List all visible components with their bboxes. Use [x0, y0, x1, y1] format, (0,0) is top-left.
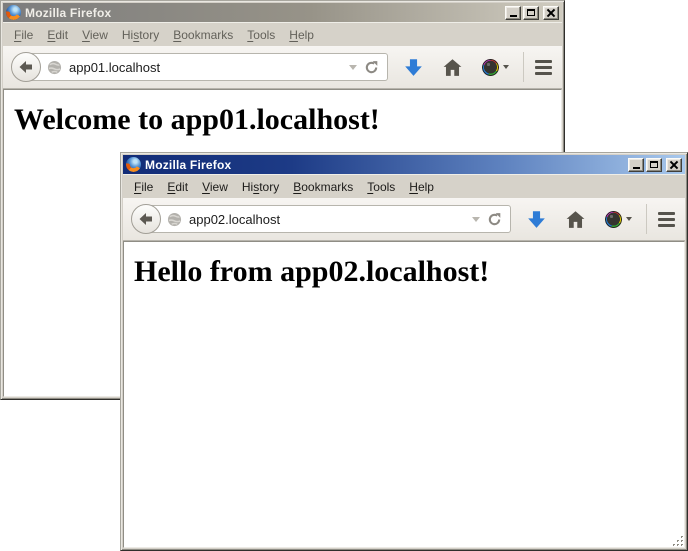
menu-item-history[interactable]: History: [115, 25, 166, 45]
page-heading: Welcome to app01.localhost!: [14, 103, 561, 137]
reload-icon[interactable]: [364, 60, 379, 75]
globe-icon[interactable]: [47, 60, 62, 75]
close-button[interactable]: [543, 6, 559, 20]
hamburger-menu-icon: [658, 212, 675, 215]
window-title: Mozilla Firefox: [25, 6, 501, 20]
minimize-icon: [633, 167, 640, 169]
reload-icon[interactable]: [487, 212, 502, 227]
menu-bar: FileEditViewHistoryBookmarksToolsHelp: [123, 174, 685, 198]
minimize-button[interactable]: [628, 158, 644, 172]
url-text[interactable]: app02.localhost: [189, 212, 465, 227]
page-content: Hello from app02.localhost!: [123, 241, 685, 548]
globe-icon[interactable]: [167, 212, 182, 227]
firefox-icon: [6, 5, 21, 20]
menu-item-bookmarks[interactable]: Bookmarks: [166, 25, 240, 45]
back-arrow-icon: [18, 59, 34, 75]
url-text[interactable]: app01.localhost: [69, 60, 342, 75]
chevron-down-icon: [503, 65, 509, 69]
firefox-window-app02[interactable]: Mozilla Firefox FileEditViewHistoryBookm…: [120, 152, 688, 551]
titlebar[interactable]: Mozilla Firefox: [123, 155, 685, 174]
chevron-down-icon[interactable]: [349, 65, 357, 70]
minimize-button[interactable]: [505, 6, 521, 20]
titlebar[interactable]: Mozilla Firefox: [3, 3, 562, 22]
close-icon: [546, 8, 556, 18]
back-button[interactable]: [131, 204, 161, 234]
chevron-down-icon[interactable]: [472, 217, 480, 222]
download-button[interactable]: [404, 58, 423, 77]
url-bar[interactable]: app01.localhost: [24, 53, 388, 81]
toolbar-separator: [523, 52, 524, 82]
back-button[interactable]: [11, 52, 41, 82]
menu-item-tools[interactable]: Tools: [360, 177, 402, 197]
menu-item-help[interactable]: Help: [402, 177, 441, 197]
menu-item-view[interactable]: View: [75, 25, 115, 45]
download-arrow-icon: [527, 210, 546, 229]
menu-item-edit[interactable]: Edit: [40, 25, 75, 45]
menu-item-tools[interactable]: Tools: [240, 25, 282, 45]
toolbar-separator: [646, 204, 647, 234]
menu-item-file[interactable]: File: [127, 177, 160, 197]
menu-item-history[interactable]: History: [235, 177, 286, 197]
search-engine-button[interactable]: [482, 59, 509, 76]
search-engine-icon: [605, 211, 622, 228]
close-icon: [669, 160, 679, 170]
home-button[interactable]: [566, 210, 585, 229]
home-icon: [566, 210, 585, 229]
download-button[interactable]: [527, 210, 546, 229]
menu-item-bookmarks[interactable]: Bookmarks: [286, 177, 360, 197]
url-bar[interactable]: app02.localhost: [144, 205, 511, 233]
menu-item-edit[interactable]: Edit: [160, 177, 195, 197]
maximize-button[interactable]: [523, 6, 539, 20]
window-title: Mozilla Firefox: [145, 158, 624, 172]
minimize-icon: [510, 15, 517, 17]
home-icon: [443, 58, 462, 77]
menu-button[interactable]: [658, 212, 675, 227]
back-arrow-icon: [138, 211, 154, 227]
window-controls: [628, 158, 682, 172]
window-controls: [505, 6, 559, 20]
hamburger-menu-icon: [535, 60, 552, 63]
menu-item-help[interactable]: Help: [282, 25, 321, 45]
maximize-icon: [527, 9, 535, 16]
menu-item-view[interactable]: View: [195, 177, 235, 197]
close-button[interactable]: [666, 158, 682, 172]
search-engine-button[interactable]: [605, 211, 632, 228]
navigation-toolbar: app01.localhost: [3, 46, 562, 89]
maximize-button[interactable]: [646, 158, 662, 172]
maximize-icon: [650, 161, 658, 168]
menu-bar: FileEditViewHistoryBookmarksToolsHelp: [3, 22, 562, 46]
download-arrow-icon: [404, 58, 423, 77]
firefox-icon: [126, 157, 141, 172]
page-heading: Hello from app02.localhost!: [134, 255, 684, 289]
search-engine-icon: [482, 59, 499, 76]
menu-item-file[interactable]: File: [7, 25, 40, 45]
chevron-down-icon: [626, 217, 632, 221]
resize-grip-icon[interactable]: [672, 535, 686, 549]
home-button[interactable]: [443, 58, 462, 77]
navigation-toolbar: app02.localhost: [123, 198, 685, 241]
menu-button[interactable]: [535, 60, 552, 75]
